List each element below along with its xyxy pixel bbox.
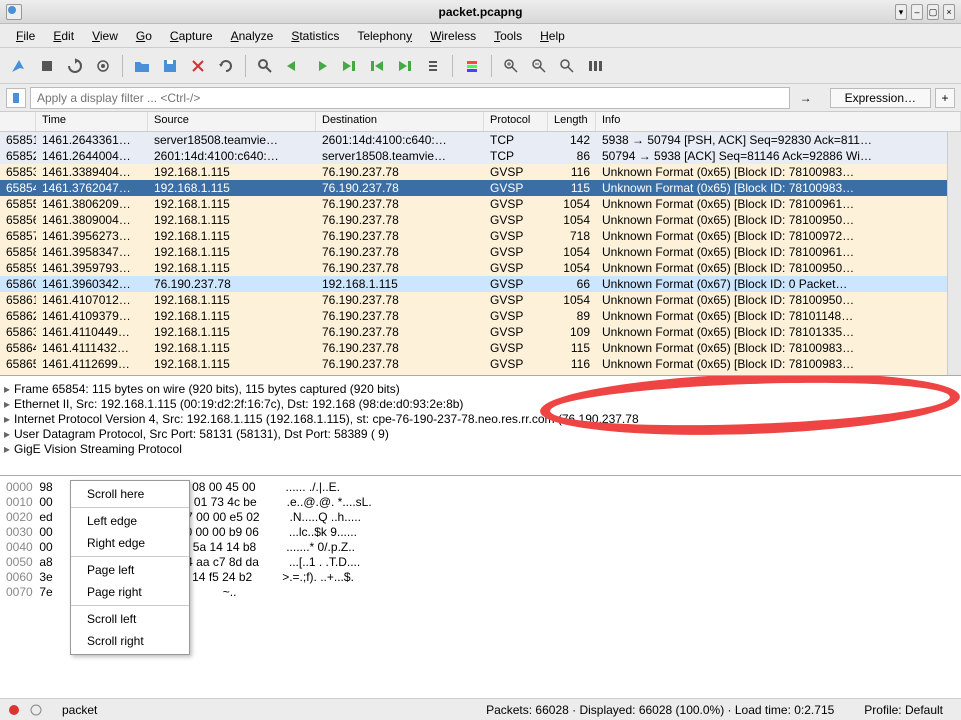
col-length[interactable]: Length	[548, 112, 596, 131]
packet-list-header: Time Source Destination Protocol Length …	[0, 112, 961, 132]
minimize-button[interactable]: –	[911, 4, 923, 20]
menu-view[interactable]: View	[84, 26, 126, 46]
colorize-icon[interactable]	[459, 53, 485, 79]
context-menu-item[interactable]: Page right	[71, 581, 189, 603]
find-icon[interactable]	[252, 53, 278, 79]
col-info[interactable]: Info	[596, 112, 961, 131]
window-title: packet.pcapng	[66, 5, 895, 19]
app-menu-icon[interactable]	[6, 4, 22, 20]
restart-icon[interactable]	[62, 53, 88, 79]
menubar: File Edit View Go Capture Analyze Statis…	[0, 24, 961, 48]
status-profile[interactable]: Profile: Default	[854, 703, 953, 717]
zoom-out-icon[interactable]	[526, 53, 552, 79]
packet-row[interactable]: 658551461.3806209…192.168.1.11576.190.23…	[0, 196, 961, 212]
packet-row[interactable]: 658511461.2643361…server18508.teamvie…26…	[0, 132, 961, 148]
col-source[interactable]: Source	[148, 112, 316, 131]
menu-wireless[interactable]: Wireless	[422, 26, 484, 46]
go-last-icon[interactable]	[392, 53, 418, 79]
maximize-button[interactable]: ▢	[927, 4, 939, 20]
status-file: packet	[52, 703, 107, 717]
options-icon[interactable]	[90, 53, 116, 79]
status-bar: packet Packets: 66028 · Displayed: 66028…	[0, 698, 961, 720]
go-forward-icon[interactable]	[308, 53, 334, 79]
packet-row[interactable]: 658581461.3958347…192.168.1.11576.190.23…	[0, 244, 961, 260]
vertical-scrollbar[interactable]	[947, 132, 961, 375]
context-menu-item[interactable]: Page left	[71, 559, 189, 581]
zoom-reset-icon[interactable]	[554, 53, 580, 79]
detail-line[interactable]: ▸Ethernet II, Src: 192.168.1.115 (00:19:…	[4, 397, 957, 412]
col-destination[interactable]: Destination	[316, 112, 484, 131]
detail-line[interactable]: ▸User Datagram Protocol, Src Port: 58131…	[4, 427, 957, 442]
packet-row[interactable]: 658611461.4107012…192.168.1.11576.190.23…	[0, 292, 961, 308]
packet-list-pane: Time Source Destination Protocol Length …	[0, 112, 961, 376]
titlebar: packet.pcapng ▾ – ▢ ×	[0, 0, 961, 24]
packet-row[interactable]: 658561461.3809004…192.168.1.11576.190.23…	[0, 212, 961, 228]
packet-row[interactable]: 658591461.3959793…192.168.1.11576.190.23…	[0, 260, 961, 276]
save-icon[interactable]	[157, 53, 183, 79]
packet-row[interactable]: 658661461.4113679…192.168.1.11576.190.23…	[0, 372, 961, 375]
open-icon[interactable]	[129, 53, 155, 79]
packet-row[interactable]: 658521461.2644004…2601:14d:4100:c640:…se…	[0, 148, 961, 164]
packet-row[interactable]: 658601461.3960342…76.190.237.78192.168.1…	[0, 276, 961, 292]
packet-row[interactable]: 658641461.4111432…192.168.1.11576.190.23…	[0, 340, 961, 356]
capture-indicator-icon[interactable]	[8, 704, 20, 716]
menu-file[interactable]: File	[8, 26, 43, 46]
packet-row[interactable]: 658631461.4110449…192.168.1.11576.190.23…	[0, 324, 961, 340]
status-packets: Packets: 66028 · Displayed: 66028 (100.0…	[476, 703, 844, 717]
context-menu-item[interactable]: Scroll left	[71, 608, 189, 630]
packet-row[interactable]: 658531461.3389404…192.168.1.11576.190.23…	[0, 164, 961, 180]
iconify-down-icon[interactable]: ▾	[895, 4, 907, 20]
packet-row[interactable]: 658541461.3762047…192.168.1.11576.190.23…	[0, 180, 961, 196]
menu-help[interactable]: Help	[532, 26, 573, 46]
menu-edit[interactable]: Edit	[45, 26, 82, 46]
col-no[interactable]	[0, 112, 36, 131]
context-menu-item[interactable]: Scroll right	[71, 630, 189, 652]
menu-capture[interactable]: Capture	[162, 26, 221, 46]
expression-button[interactable]: Expression…	[830, 88, 931, 108]
close-button[interactable]: ×	[943, 4, 955, 20]
detail-line[interactable]: ▸Internet Protocol Version 4, Src: 192.1…	[4, 412, 957, 427]
packet-list[interactable]: 658511461.2643361…server18508.teamvie…26…	[0, 132, 961, 375]
go-to-icon[interactable]	[336, 53, 362, 79]
packet-details-pane[interactable]: ▸Frame 65854: 115 bytes on wire (920 bit…	[0, 376, 961, 476]
toolbar	[0, 48, 961, 84]
menu-go[interactable]: Go	[128, 26, 160, 46]
zoom-in-icon[interactable]	[498, 53, 524, 79]
expert-info-icon[interactable]	[30, 704, 42, 716]
add-filter-button[interactable]: +	[935, 88, 955, 108]
menu-statistics[interactable]: Statistics	[283, 26, 347, 46]
menu-telephony[interactable]: Telephony	[349, 26, 420, 46]
filter-apply-arrow[interactable]: →	[794, 91, 818, 105]
context-menu-item[interactable]: Left edge	[71, 510, 189, 532]
stop-icon[interactable]	[34, 53, 60, 79]
context-menu-item[interactable]: Scroll here	[71, 483, 189, 505]
go-back-icon[interactable]	[280, 53, 306, 79]
go-first-icon[interactable]	[364, 53, 390, 79]
context-menu-item[interactable]: Right edge	[71, 532, 189, 554]
detail-line[interactable]: ▸GigE Vision Streaming Protocol	[4, 442, 957, 457]
menu-analyze[interactable]: Analyze	[223, 26, 282, 46]
reload-icon[interactable]	[213, 53, 239, 79]
display-filter-input[interactable]	[30, 87, 790, 109]
resize-columns-icon[interactable]	[582, 53, 608, 79]
shark-fin-icon[interactable]	[6, 53, 32, 79]
bookmark-filter-icon[interactable]	[6, 88, 26, 108]
close-file-icon[interactable]	[185, 53, 211, 79]
col-time[interactable]: Time	[36, 112, 148, 131]
packet-row[interactable]: 658651461.4112699…192.168.1.11576.190.23…	[0, 356, 961, 372]
packet-row[interactable]: 658621461.4109379…192.168.1.11576.190.23…	[0, 308, 961, 324]
filter-bar: → Expression… +	[0, 84, 961, 112]
packet-bytes-pane[interactable]: 0000 98 00 19 d2 2f 16 7c 08 00 45 00 ..…	[0, 476, 961, 698]
col-protocol[interactable]: Protocol	[484, 112, 548, 131]
packet-row[interactable]: 658571461.3956273…192.168.1.11576.190.23…	[0, 228, 961, 244]
scroll-context-menu: Scroll here Left edgeRight edge Page leftP…	[70, 480, 190, 655]
menu-tools[interactable]: Tools	[486, 26, 530, 46]
auto-scroll-icon[interactable]	[420, 53, 446, 79]
detail-line[interactable]: ▸Frame 65854: 115 bytes on wire (920 bit…	[4, 382, 957, 397]
